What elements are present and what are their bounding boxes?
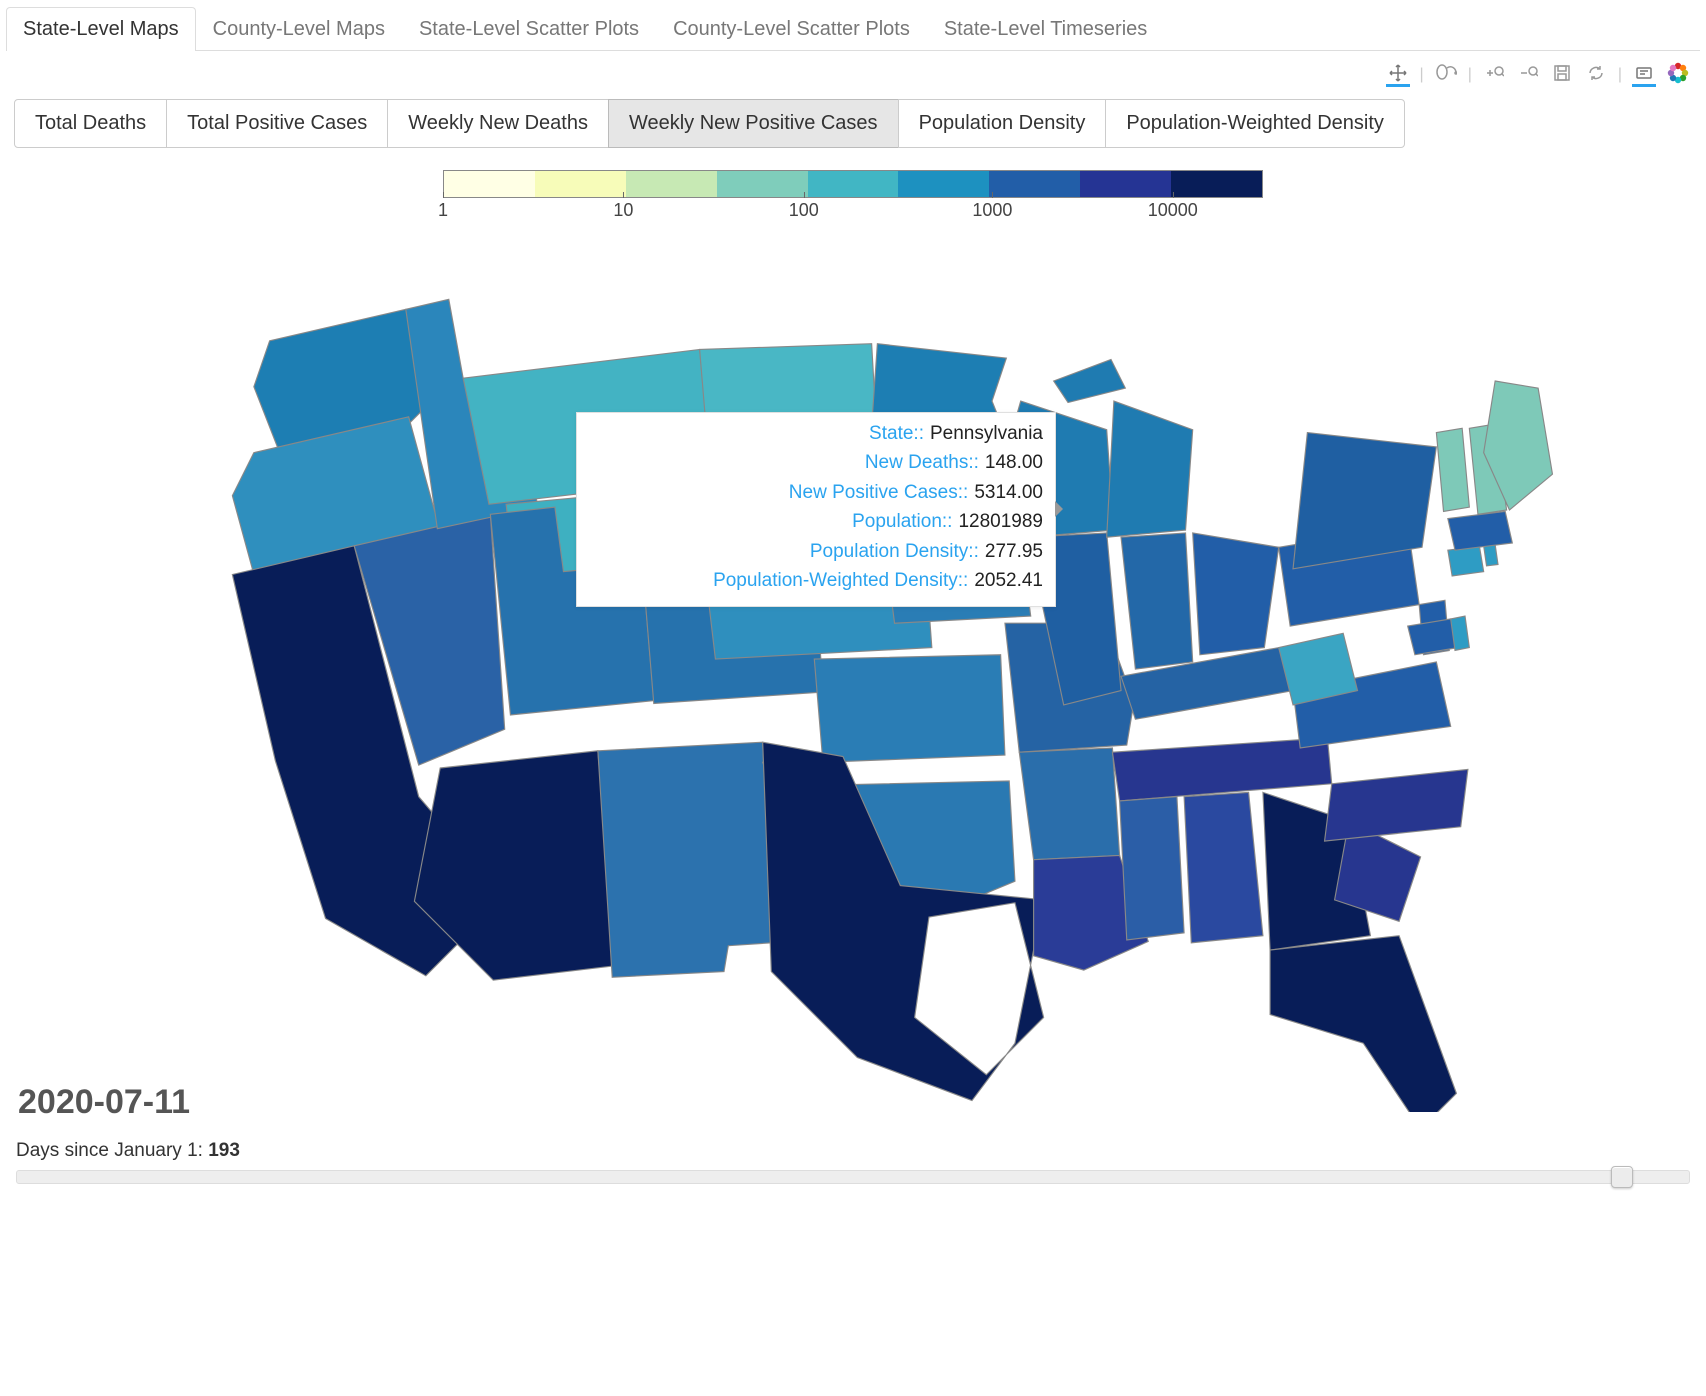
slider-thumb[interactable] — [1611, 1166, 1633, 1188]
legend-tick: 100 — [789, 200, 819, 221]
tooltip-val: 12801989 — [958, 507, 1043, 536]
tooltip-key: New Deaths:: — [865, 448, 979, 477]
top-tab-bar: State-Level Maps County-Level Maps State… — [6, 6, 1700, 51]
lasso-tool-icon[interactable] — [1434, 63, 1458, 87]
tab-state-maps[interactable]: State-Level Maps — [6, 7, 196, 51]
tooltip-val: 277.95 — [985, 537, 1043, 566]
tooltip-key: Population Density:: — [810, 537, 979, 566]
tooltip-key: State:: — [869, 419, 924, 448]
tab-county-maps[interactable]: County-Level Maps — [196, 7, 402, 51]
zoom-in-icon[interactable] — [1482, 63, 1506, 87]
tooltip-caret-icon — [1055, 501, 1071, 517]
bokeh-logo-icon[interactable] — [1666, 63, 1690, 87]
tab-state-scatter[interactable]: State-Level Scatter Plots — [402, 7, 656, 51]
us-map-svg[interactable] — [78, 252, 1628, 1112]
toolbar-sep: | — [1420, 66, 1424, 84]
toolbar-sep: | — [1618, 66, 1622, 84]
state-nm[interactable] — [598, 742, 771, 977]
state-nc[interactable] — [1325, 769, 1468, 841]
color-legend-ticks: 1 10 100 1000 10000 — [443, 200, 1263, 228]
state-oh[interactable] — [1193, 533, 1279, 655]
toolbar-sep: | — [1468, 66, 1472, 84]
plot-toolbar: | | | — [6, 59, 1700, 99]
state-al[interactable] — [1184, 792, 1263, 943]
tab-county-scatter[interactable]: County-Level Scatter Plots — [656, 7, 927, 51]
date-slider[interactable] — [16, 1170, 1690, 1184]
metric-button-bar: Total Deaths Total Positive Cases Weekly… — [6, 99, 1700, 148]
tooltip-key: Population-Weighted Density:: — [713, 566, 968, 595]
refresh-icon[interactable] — [1584, 63, 1608, 87]
state-fl[interactable] — [1270, 936, 1456, 1112]
legend-tick: 10000 — [1148, 200, 1198, 221]
metric-pw-density[interactable]: Population-Weighted Density — [1105, 99, 1405, 148]
date-slider-block: Days since January 1: 193 — [6, 1132, 1700, 1198]
state-ms[interactable] — [1120, 797, 1185, 940]
state-in[interactable] — [1121, 533, 1193, 669]
us-map[interactable]: State::Pennsylvania New Deaths::148.00 N… — [6, 252, 1700, 1132]
metric-total-positive[interactable]: Total Positive Cases — [166, 99, 388, 148]
color-legend: 1 10 100 1000 10000 — [6, 170, 1700, 228]
pan-tool-icon[interactable] — [1386, 63, 1410, 87]
hover-tooltip: State::Pennsylvania New Deaths::148.00 N… — [576, 412, 1056, 607]
legend-tick: 10 — [613, 200, 633, 221]
state-tn[interactable] — [1112, 738, 1331, 801]
tooltip-val: Pennsylvania — [930, 419, 1043, 448]
metric-total-deaths[interactable]: Total Deaths — [14, 99, 167, 148]
tooltip-val: 5314.00 — [974, 478, 1043, 507]
metric-weekly-deaths[interactable]: Weekly New Deaths — [387, 99, 609, 148]
state-vt[interactable] — [1436, 428, 1469, 511]
color-legend-bar — [443, 170, 1263, 198]
legend-tick: 1 — [438, 200, 448, 221]
state-ks[interactable] — [814, 655, 1005, 763]
metric-pop-density[interactable]: Population Density — [898, 99, 1107, 148]
state-ct[interactable] — [1448, 546, 1484, 576]
zoom-out-icon[interactable] — [1516, 63, 1540, 87]
tab-state-timeseries[interactable]: State-Level Timeseries — [927, 7, 1164, 51]
save-icon[interactable] — [1550, 63, 1574, 87]
metric-weekly-positive[interactable]: Weekly New Positive Cases — [608, 99, 899, 148]
hover-tool-icon[interactable] — [1632, 63, 1656, 87]
slider-value: 193 — [208, 1140, 240, 1161]
slider-label: Days since January 1: 193 — [16, 1140, 1690, 1162]
state-ar[interactable] — [1019, 748, 1119, 860]
legend-tick: 1000 — [972, 200, 1012, 221]
state-md[interactable] — [1408, 619, 1458, 655]
tooltip-key: Population:: — [852, 507, 952, 536]
tooltip-key: New Positive Cases:: — [789, 478, 969, 507]
state-ri[interactable] — [1484, 544, 1498, 566]
state-ma[interactable] — [1448, 511, 1513, 550]
tooltip-val: 2052.41 — [974, 566, 1043, 595]
date-label: 2020-07-11 — [18, 1083, 190, 1122]
slider-label-text: Days since January 1: — [16, 1140, 203, 1161]
state-ny[interactable] — [1293, 433, 1436, 569]
tooltip-val: 148.00 — [985, 448, 1043, 477]
